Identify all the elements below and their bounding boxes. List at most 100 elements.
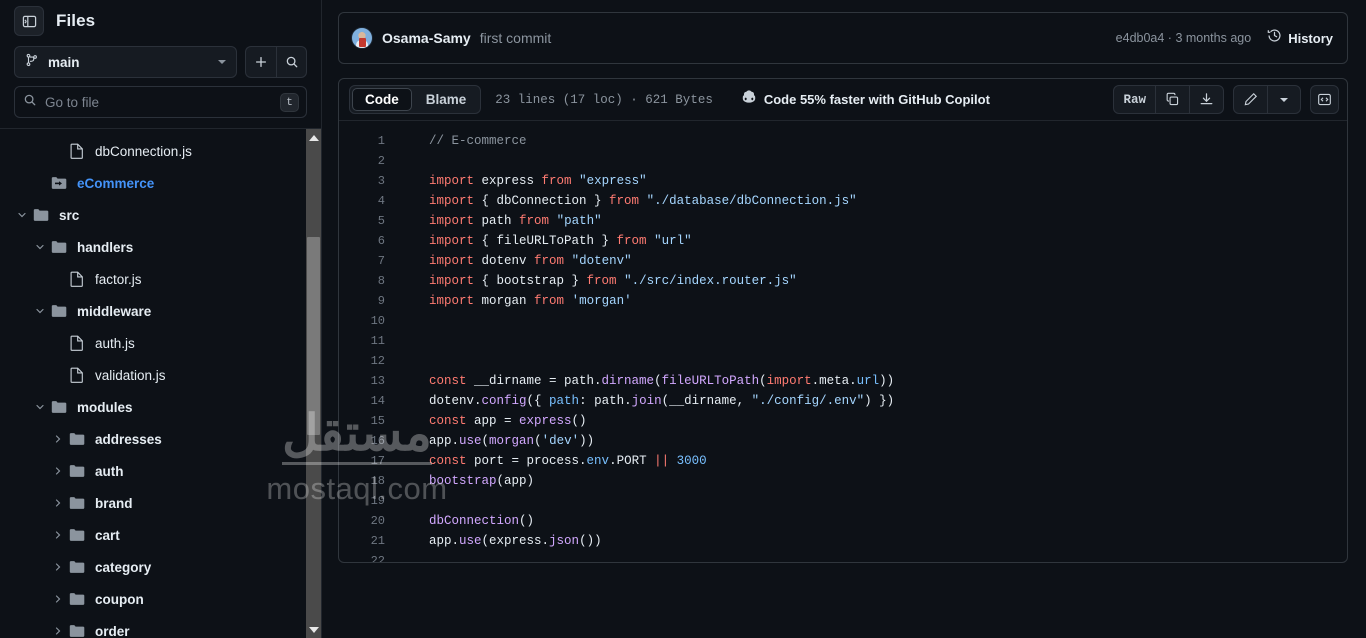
plus-icon[interactable] xyxy=(245,46,276,78)
code-line[interactable]: 12 xyxy=(339,351,1347,371)
commit-message[interactable]: first commit xyxy=(480,30,552,46)
chevron-down-icon[interactable] xyxy=(32,239,48,255)
history-button[interactable]: History xyxy=(1267,28,1333,48)
tree-item-modules[interactable]: modules xyxy=(0,391,299,423)
commit-author[interactable]: Osama-Samy xyxy=(382,30,471,46)
code-line[interactable]: 17 const port = process.env.PORT || 3000 xyxy=(339,451,1347,471)
folder-icon xyxy=(50,240,68,254)
line-number: 5 xyxy=(377,214,385,228)
code-line[interactable]: 6 import { fileURLToPath } from "url" xyxy=(339,231,1347,251)
line-number: 22 xyxy=(370,554,385,563)
tree-item-coupon[interactable]: coupon xyxy=(0,583,299,615)
chevron-down-icon[interactable] xyxy=(1268,86,1300,113)
tree-item-factor-js[interactable]: factor.js xyxy=(0,263,299,295)
line-content: import { fileURLToPath } from "url" xyxy=(429,234,692,248)
code-line[interactable]: 22 xyxy=(339,551,1347,563)
chevron-down-icon[interactable] xyxy=(32,303,48,319)
code-line[interactable]: 14 dotenv.config({ path: path.join(__dirn… xyxy=(339,391,1347,411)
scroll-up-arrow-icon[interactable] xyxy=(306,129,321,146)
line-number: 3 xyxy=(377,174,385,188)
code-line[interactable]: 7 import dotenv from "dotenv" xyxy=(339,251,1347,271)
line-content: // E-commerce xyxy=(429,134,527,148)
tree-item-cart[interactable]: cart xyxy=(0,519,299,551)
tree-item-eCommerce[interactable]: eCommerce xyxy=(0,167,299,199)
main-content: Osama-Samy first commit e4db0a4 · 3 mont… xyxy=(322,0,1366,638)
folder-icon xyxy=(68,624,86,638)
chevron-right-icon[interactable] xyxy=(50,591,66,607)
code-line[interactable]: 19 xyxy=(339,491,1347,511)
tree-item-auth[interactable]: auth xyxy=(0,455,299,487)
tree-item-category[interactable]: category xyxy=(0,551,299,583)
page-title: Files xyxy=(56,11,96,30)
line-content: import express from "express" xyxy=(429,174,647,188)
line-number: 6 xyxy=(377,234,385,248)
line-number: 4 xyxy=(377,194,385,208)
code-line[interactable]: 10 xyxy=(339,311,1347,331)
copilot-promo[interactable]: Code 55% faster with GitHub Copilot xyxy=(741,89,990,110)
github-file-view: Files main Go to file t dbConnection.js … xyxy=(0,0,1366,638)
code-line[interactable]: 20 dbConnection() xyxy=(339,511,1347,531)
tab-code[interactable]: Code xyxy=(352,88,412,111)
chevron-right-icon[interactable] xyxy=(50,463,66,479)
avatar[interactable] xyxy=(351,27,373,49)
file-tree: dbConnection.js eCommerce src handlers facto… xyxy=(0,135,321,638)
tree-item-label: brand xyxy=(95,495,133,511)
download-icon[interactable] xyxy=(1190,86,1223,113)
code-line[interactable]: 18 bootstrap(app) xyxy=(339,471,1347,491)
chevron-down-icon[interactable] xyxy=(32,399,48,415)
commit-sha-and-time: e4db0a4 · 3 months ago xyxy=(1115,31,1252,45)
code-line[interactable]: 13 const __dirname = path.dirname(fileURL… xyxy=(339,371,1347,391)
line-content: const port = process.env.PORT || 3000 xyxy=(429,454,707,468)
branch-selector[interactable]: main xyxy=(14,46,237,78)
chevron-right-icon[interactable] xyxy=(50,495,66,511)
chevron-right-icon[interactable] xyxy=(50,527,66,543)
code-line[interactable]: 2 xyxy=(339,151,1347,171)
chevron-right-icon[interactable] xyxy=(50,623,66,638)
tree-item-label: middleware xyxy=(77,303,152,319)
sidebar-panel-icon[interactable] xyxy=(14,6,44,36)
history-label: History xyxy=(1288,30,1333,46)
folder-icon xyxy=(68,560,86,574)
search-input[interactable]: Go to file t xyxy=(14,86,307,118)
tab-blame[interactable]: Blame xyxy=(414,88,479,111)
tree-item-handlers[interactable]: handlers xyxy=(0,231,299,263)
tree-item-validation-js[interactable]: validation.js xyxy=(0,359,299,391)
copy-icon[interactable] xyxy=(1156,86,1190,113)
scroll-down-arrow-icon[interactable] xyxy=(306,621,321,638)
line-content: dbConnection() xyxy=(429,514,535,528)
code-line[interactable]: 9 import morgan from 'morgan' xyxy=(339,291,1347,311)
code-line[interactable]: 3 import express from "express" xyxy=(339,171,1347,191)
tree-item-order[interactable]: order xyxy=(0,615,299,638)
tree-item-dbConnection-js[interactable]: dbConnection.js xyxy=(0,135,299,167)
code-line[interactable]: 1 // E-commerce xyxy=(339,131,1347,151)
file-tree-scroll-region: dbConnection.js eCommerce src handlers facto… xyxy=(0,129,321,638)
chevron-right-icon[interactable] xyxy=(50,559,66,575)
pencil-icon[interactable] xyxy=(1234,86,1268,113)
line-number: 18 xyxy=(370,474,385,488)
copilot-label: Code 55% faster with GitHub Copilot xyxy=(763,92,990,107)
code-line[interactable]: 16 app.use(morgan('dev')) xyxy=(339,431,1347,451)
scrollbar-thumb[interactable] xyxy=(307,237,320,435)
code-line[interactable]: 4 import { dbConnection } from "./databas… xyxy=(339,191,1347,211)
chevron-down-icon[interactable] xyxy=(14,207,30,223)
raw-button[interactable]: Raw xyxy=(1114,86,1156,113)
code-brackets-icon[interactable] xyxy=(1310,85,1339,114)
tree-item-middleware[interactable]: middleware xyxy=(0,295,299,327)
tree-item-src[interactable]: src xyxy=(0,199,299,231)
folder-icon xyxy=(68,592,86,606)
code-line[interactable]: 5 import path from "path" xyxy=(339,211,1347,231)
tree-item-addresses[interactable]: addresses xyxy=(0,423,299,455)
search-icon[interactable] xyxy=(276,46,307,78)
tree-item-brand[interactable]: brand xyxy=(0,487,299,519)
sidebar-header: Files xyxy=(0,0,321,40)
line-number: 9 xyxy=(377,294,385,308)
code-line[interactable]: 8 import { bootstrap } from "./src/index.… xyxy=(339,271,1347,291)
code-line[interactable]: 21 app.use(express.json()) xyxy=(339,531,1347,551)
sidebar-scrollbar[interactable] xyxy=(306,129,321,638)
code-line[interactable]: 15 const app = express() xyxy=(339,411,1347,431)
code-lines[interactable]: 1 // E-commerce 2 3 import express from "exp… xyxy=(339,121,1347,563)
tree-item-auth-js[interactable]: auth.js xyxy=(0,327,299,359)
chevron-right-icon[interactable] xyxy=(50,431,66,447)
line-content: const __dirname = path.dirname(fileURLTo… xyxy=(429,374,895,388)
code-line[interactable]: 11 xyxy=(339,331,1347,351)
